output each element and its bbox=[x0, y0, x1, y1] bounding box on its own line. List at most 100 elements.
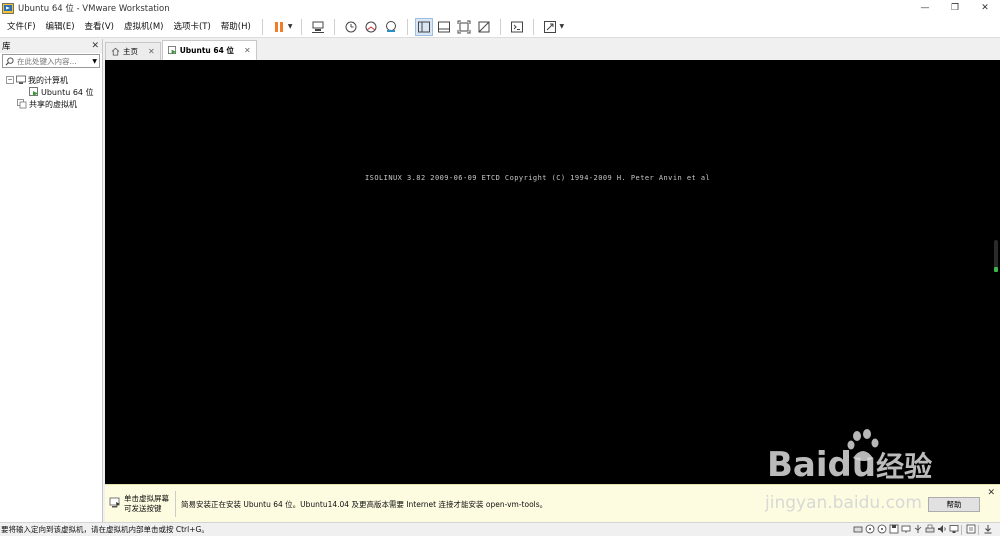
tree-collapse-toggle[interactable]: − bbox=[6, 76, 14, 84]
status-separator bbox=[961, 524, 962, 535]
minimize-button[interactable]: — bbox=[910, 0, 940, 16]
library-panel-icon bbox=[418, 21, 431, 32]
tab-home-close-button[interactable]: ✕ bbox=[148, 47, 155, 56]
snapshot-button[interactable] bbox=[342, 18, 360, 36]
console-scroll-indicator[interactable] bbox=[994, 240, 998, 272]
status-bar: 要将输入定向到该虚拟机，请在虚拟机内部单击或按 Ctrl+G。 bbox=[0, 522, 1000, 536]
menu-help[interactable]: 帮助(H) bbox=[216, 16, 256, 38]
cd-dvd-status[interactable] bbox=[865, 524, 876, 535]
terminal-icon bbox=[511, 21, 524, 32]
toolbar-separator bbox=[533, 18, 535, 35]
console-view-button[interactable] bbox=[508, 18, 526, 36]
stretch-guest-button[interactable] bbox=[541, 18, 559, 36]
tree-item-shared-vms[interactable]: 共享的虚拟机 bbox=[0, 98, 102, 110]
tab-home-label: 主页 bbox=[123, 47, 138, 56]
window-controls: — ❐ ✕ bbox=[910, 0, 1000, 16]
hard-disk-status[interactable] bbox=[853, 524, 864, 535]
menu-edit[interactable]: 编辑(E) bbox=[41, 16, 80, 38]
show-thumbnail-bar-button[interactable] bbox=[435, 18, 453, 36]
help-button[interactable]: 帮助 bbox=[928, 497, 980, 512]
status-message: 要将输入定向到该虚拟机，请在虚拟机内部单击或按 Ctrl+G。 bbox=[1, 525, 209, 534]
toolbar-separator bbox=[500, 18, 502, 35]
tree-label-my-computer: 我的计算机 bbox=[28, 75, 68, 85]
library-title: 库 bbox=[2, 42, 11, 52]
stretch-icon bbox=[544, 20, 557, 33]
home-icon bbox=[111, 47, 120, 56]
menu-toolbar: 文件(F) 编辑(E) 查看(V) 虚拟机(M) 选项卡(T) 帮助(H) ▼ bbox=[0, 16, 1000, 38]
snapshot-manager-icon bbox=[386, 20, 397, 32]
window-title: Ubuntu 64 位 - VMware Workstation bbox=[18, 4, 170, 14]
library-header: 库 ✕ bbox=[0, 39, 102, 53]
search-icon bbox=[5, 56, 14, 65]
printer-status[interactable] bbox=[925, 524, 936, 535]
floppy-status[interactable] bbox=[889, 524, 900, 535]
toolbar-separator bbox=[301, 18, 303, 35]
message-log-status[interactable] bbox=[966, 524, 977, 535]
hint-divider bbox=[175, 491, 176, 517]
library-search[interactable]: ▼ bbox=[2, 54, 100, 68]
network-icon bbox=[901, 525, 911, 533]
usb-status[interactable] bbox=[913, 524, 924, 535]
close-window-button[interactable]: ✕ bbox=[970, 0, 1000, 16]
revert-snapshot-button[interactable] bbox=[362, 18, 380, 36]
search-dropdown-caret[interactable]: ▼ bbox=[92, 58, 97, 65]
tree-label-shared: 共享的虚拟机 bbox=[29, 99, 77, 109]
full-screen-button[interactable] bbox=[455, 18, 473, 36]
sound-status[interactable] bbox=[937, 524, 948, 535]
easy-install-message: 简易安装正在安装 Ubuntu 64 位。Ubuntu14.04 及更高版本需要… bbox=[181, 500, 548, 509]
display-status[interactable] bbox=[949, 524, 960, 535]
thumbnail-bar-icon bbox=[438, 21, 451, 32]
vmware-app-icon bbox=[2, 2, 14, 14]
tab-ubuntu[interactable]: Ubuntu 64 位 ✕ bbox=[161, 40, 257, 60]
cd-icon bbox=[865, 524, 875, 534]
printer-icon bbox=[925, 524, 935, 533]
toolbar-separator bbox=[334, 18, 336, 35]
maximize-button[interactable]: ❐ bbox=[940, 0, 970, 16]
full-screen-icon bbox=[457, 20, 471, 33]
hint-close-button[interactable]: ✕ bbox=[987, 488, 995, 498]
unity-icon bbox=[478, 21, 490, 32]
pause-icon bbox=[274, 21, 283, 32]
stretch-dropdown-caret[interactable]: ▼ bbox=[559, 23, 564, 30]
click-to-send-keys-hint: 单击虚拟屏幕 可发送按键 bbox=[124, 494, 169, 514]
hint-line-1: 单击虚拟屏幕 bbox=[124, 494, 169, 503]
library-search-input[interactable] bbox=[17, 56, 87, 66]
menu-view[interactable]: 查看(V) bbox=[80, 16, 119, 38]
boot-message: ISOLINUX 3.82 2009-06-09 ETCD Copyright … bbox=[365, 174, 711, 182]
send-ctrl-alt-del-button[interactable] bbox=[309, 18, 327, 36]
vm-console-screen[interactable]: ISOLINUX 3.82 2009-06-09 ETCD Copyright … bbox=[105, 60, 1000, 484]
revert-snapshot-icon bbox=[365, 21, 377, 32]
cd-dvd-2-status[interactable] bbox=[877, 524, 888, 535]
menu-tabs[interactable]: 选项卡(T) bbox=[168, 16, 215, 38]
tab-ubuntu-close-button[interactable]: ✕ bbox=[244, 46, 251, 55]
vm-running-icon bbox=[29, 87, 38, 96]
monitor-icon bbox=[949, 525, 959, 533]
hard-disk-icon bbox=[853, 526, 863, 533]
pause-button[interactable] bbox=[270, 18, 288, 36]
tree-item-ubuntu-vm[interactable]: Ubuntu 64 位 bbox=[0, 86, 102, 98]
cd-icon bbox=[877, 524, 887, 534]
download-status[interactable] bbox=[983, 524, 994, 535]
download-arrow-icon bbox=[984, 525, 992, 534]
status-separator bbox=[978, 524, 979, 535]
tree-label-ubuntu: Ubuntu 64 位 bbox=[41, 87, 94, 97]
menu-file[interactable]: 文件(F) bbox=[2, 16, 41, 38]
network-status[interactable] bbox=[901, 524, 912, 535]
snapshot-manager-button[interactable] bbox=[382, 18, 400, 36]
library-close-button[interactable]: ✕ bbox=[91, 41, 99, 51]
snapshot-clock-icon bbox=[345, 21, 357, 32]
title-bar: Ubuntu 64 位 - VMware Workstation — ❐ ✕ bbox=[0, 0, 1000, 16]
device-status-icons bbox=[852, 524, 994, 535]
tree-item-my-computer[interactable]: − 我的计算机 bbox=[0, 74, 102, 86]
tab-bar: 主页 ✕ Ubuntu 64 位 ✕ bbox=[105, 40, 1000, 60]
unity-mode-button[interactable] bbox=[475, 18, 493, 36]
tab-home[interactable]: 主页 ✕ bbox=[105, 42, 161, 60]
hint-line-2: 可发送按键 bbox=[124, 504, 162, 513]
toolbar-separator bbox=[261, 18, 263, 35]
easy-install-hint-bar: 单击虚拟屏幕 可发送按键 简易安装正在安装 Ubuntu 64 位。Ubuntu… bbox=[105, 484, 1000, 522]
tab-ubuntu-label: Ubuntu 64 位 bbox=[179, 46, 234, 55]
pause-dropdown-caret[interactable]: ▼ bbox=[288, 23, 293, 30]
show-library-button[interactable] bbox=[415, 17, 434, 36]
menu-vm[interactable]: 虚拟机(M) bbox=[119, 16, 168, 38]
floppy-icon bbox=[889, 524, 899, 534]
